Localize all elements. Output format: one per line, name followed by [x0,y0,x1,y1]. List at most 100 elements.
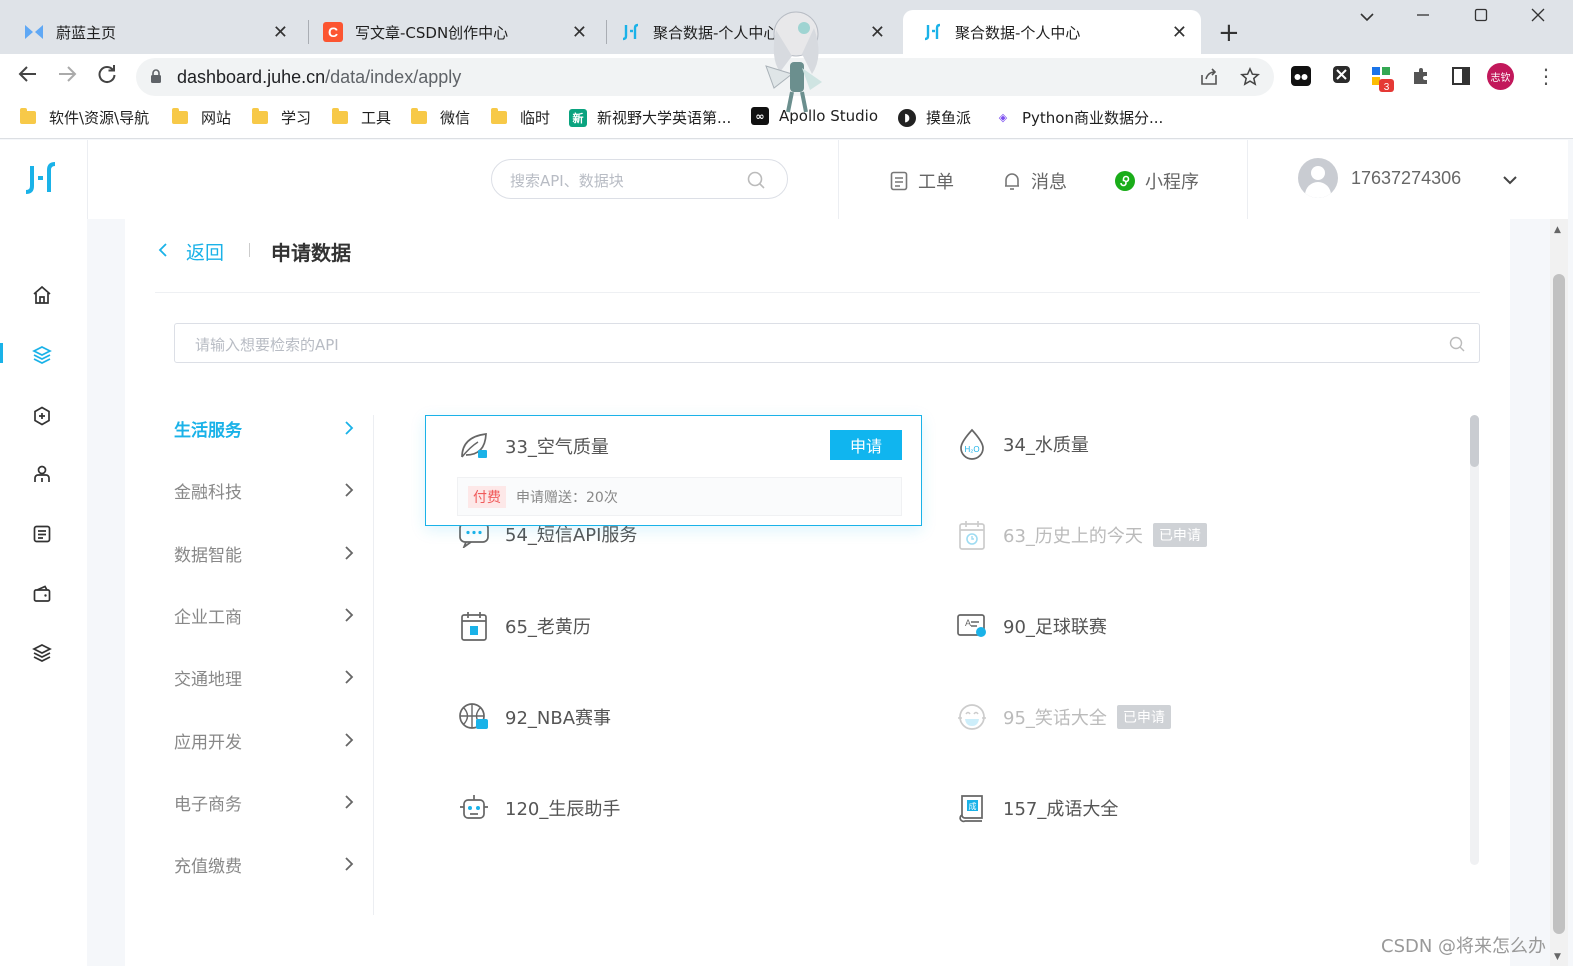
user-phone[interactable]: 17637274306 [1351,168,1461,189]
back-link[interactable]: 返回 [158,238,224,265]
api-item[interactable]: 成 157_成语大全 [956,792,1118,824]
category-transport-geo[interactable]: 交通地理 [174,665,354,690]
page-title: 申请数据 [271,241,351,265]
api-item[interactable]: H₂O 34_水质量 [956,428,1089,460]
api-item[interactable]: 95_笑话大全 已申请 [956,701,1171,733]
api-item[interactable]: 92_NBA赛事 [458,701,611,733]
maximize-button[interactable] [1474,6,1488,27]
bookmark-folder[interactable]: 软件\资源\导航 [20,107,149,128]
scroll-up-icon[interactable]: ▲ [1554,225,1561,235]
bookmark-link[interactable]: 新新视野大学英语第... [569,107,731,128]
global-search-input[interactable]: 搜索API、数据块 [491,159,788,199]
category-ecommerce[interactable]: 电子商务 [174,790,354,815]
page-scrollbar[interactable]: ▲ ▼ [1550,219,1568,966]
bookmark-folder[interactable]: 微信 [411,107,470,128]
category-app-dev[interactable]: 应用开发 [174,728,354,753]
side-panel-icon[interactable] [1451,66,1471,86]
search-icon[interactable] [747,171,765,193]
data-layers-icon[interactable] [30,343,54,367]
reload-icon[interactable] [97,64,117,90]
api-item[interactable]: A 90_足球联赛 [956,610,1107,642]
mini-program-nav[interactable]: 小程序 [1115,168,1199,194]
api-item[interactable]: 120_生辰助手 [458,792,620,824]
applied-badge: 已申请 [1116,705,1171,729]
new-tab-button[interactable]: + [1218,18,1240,48]
scroll-down-icon[interactable]: ▼ [1554,952,1561,962]
category-recharge[interactable]: 充值缴费 [174,852,354,877]
close-icon[interactable]: ✕ [273,22,288,43]
scrollbar-thumb[interactable] [1470,415,1479,467]
chevron-down-icon[interactable] [1502,170,1518,189]
url-bar[interactable]: dashboard.juhe.cn/data/index/apply [136,58,1274,96]
stack-icon[interactable] [30,641,54,665]
home-icon[interactable] [30,283,54,307]
extension-grid-icon[interactable]: 3 [1371,66,1395,93]
bookmark-link[interactable]: ◈ Python商业数据分... [994,107,1164,128]
order-icon[interactable] [30,522,54,546]
category-business[interactable]: 企业工商 [174,603,354,628]
juhe-logo[interactable] [24,160,58,203]
robot-icon [458,792,490,824]
svg-text:H₂O: H₂O [964,445,979,454]
anime-sticker-image [752,8,832,114]
share-icon[interactable] [1199,67,1219,92]
user-avatar[interactable] [1298,158,1338,198]
api-item[interactable]: 65_老黄历 [458,610,591,642]
close-icon[interactable]: ✕ [572,22,587,43]
folder-icon [411,108,427,124]
minimize-button[interactable] [1416,6,1430,27]
folder-icon [252,108,268,124]
extension-eyes-icon[interactable] [1291,66,1311,86]
chevron-left-icon [158,241,168,263]
forward-arrow-icon[interactable] [57,64,77,90]
ticket-nav[interactable]: 工单 [890,168,954,194]
bookmark-folder[interactable]: 临时 [491,107,550,128]
tab-title: 聚合数据-个人中心 [955,23,1081,42]
bookmark-folder[interactable]: 工具 [332,107,391,128]
api-item[interactable]: 63_历史上的今天 已申请 [956,519,1207,551]
browser-tab-3[interactable]: 聚合数据-个人中心 ✕ [601,10,899,54]
api-card-air-quality[interactable]: 33_空气质量 申请 付费 申请赠送：20次 [425,415,922,526]
bowtie-icon [24,22,44,42]
profile-avatar[interactable]: 志钦 [1487,63,1514,90]
chevron-right-icon [345,483,354,497]
chevron-right-icon [345,857,354,871]
extension-x-icon[interactable] [1333,66,1350,83]
tab-title: 蔚蓝主页 [56,23,117,42]
api-search-input[interactable]: 请输入想要检索的API [174,323,1480,363]
browser-tab-4[interactable]: 聚合数据-个人中心 ✕ [903,10,1201,54]
svg-text:3: 3 [1384,82,1390,92]
star-icon[interactable] [1239,66,1261,92]
csdn-icon: C [323,22,343,42]
category-data-intelligence[interactable]: 数据智能 [174,541,354,566]
bookmark-folder[interactable]: 网站 [172,107,231,128]
close-window-button[interactable] [1531,6,1545,27]
tab-search-icon[interactable] [1360,6,1374,27]
close-icon[interactable]: ✕ [1172,22,1187,43]
browser-tab-1[interactable]: 蔚蓝主页 ✕ [4,10,302,54]
folder-icon [172,108,188,124]
shield-icon[interactable] [30,404,54,428]
back-arrow-icon[interactable] [18,64,38,90]
wallet-icon[interactable] [30,582,54,606]
message-nav[interactable]: 消息 [1003,168,1067,194]
bookmark-folder[interactable]: 学习 [252,107,311,128]
svg-text:A: A [965,618,971,628]
apply-button[interactable]: 申请 [830,430,902,460]
fish-icon: ◗ [898,108,916,127]
category-life-services[interactable]: 生活服务 [174,416,354,441]
api-list-scrollbar[interactable] [1470,415,1479,865]
calendar-history-icon [956,519,988,551]
more-menu-icon[interactable]: ⋮ [1536,64,1556,88]
puzzle-icon[interactable] [1411,66,1431,86]
close-icon[interactable]: ✕ [870,22,885,43]
browser-tab-2[interactable]: C 写文章-CSDN创作中心 ✕ [303,10,601,54]
scrollbar-thumb[interactable] [1553,274,1565,934]
category-fintech[interactable]: 金融科技 [174,478,354,503]
bookmark-link[interactable]: ◗ 摸鱼派 [898,107,971,128]
api-card-pricing: 付费 申请赠送：20次 [457,477,902,516]
idiom-book-icon: 成 [956,792,988,824]
water-drop-icon: H₂O [956,428,988,460]
user-icon[interactable] [30,462,54,486]
search-icon[interactable] [1449,336,1465,356]
